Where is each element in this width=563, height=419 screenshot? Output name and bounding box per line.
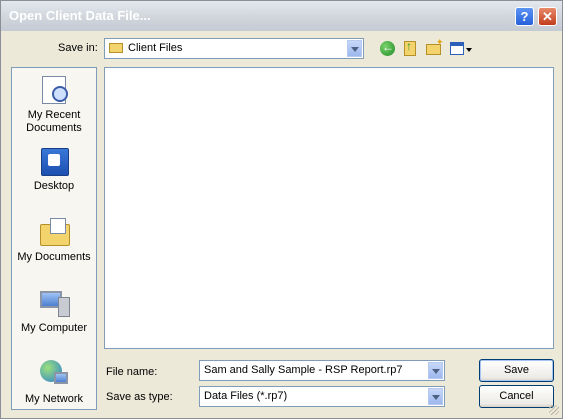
chevron-down-icon[interactable]: [428, 388, 443, 405]
save-button[interactable]: Save: [479, 359, 554, 382]
save-in-value: Client Files: [128, 42, 183, 54]
file-name-value: Sam and Sally Sample - RSP Report.rp7: [204, 364, 403, 376]
file-list-pane[interactable]: [104, 67, 554, 349]
place-my-network[interactable]: My Network: [12, 358, 96, 406]
back-icon[interactable]: [378, 39, 398, 59]
place-label: Desktop: [33, 180, 75, 192]
place-desktop[interactable]: Desktop: [12, 145, 96, 193]
save-as-type-label: Save as type:: [106, 391, 173, 403]
save-as-type-dropdown[interactable]: Data Files (*.rp7): [199, 386, 445, 407]
place-my-recent-documents[interactable]: My Recent Documents: [12, 74, 96, 135]
save-as-type-value: Data Files (*.rp7): [204, 390, 288, 402]
open-client-data-dialog: Open Client Data File... ? ✕ Save in: Cl…: [0, 0, 563, 419]
chevron-down-icon[interactable]: [347, 40, 362, 57]
close-button[interactable]: ✕: [538, 7, 557, 26]
cancel-button[interactable]: Cancel: [479, 385, 554, 408]
recent-documents-icon: [38, 74, 70, 106]
place-label: My Network: [24, 393, 84, 405]
new-folder-icon[interactable]: [424, 37, 444, 59]
place-my-computer[interactable]: My Computer: [12, 287, 96, 335]
desktop-icon: [38, 145, 70, 177]
place-label: My Recent Documents: [26, 109, 82, 134]
place-my-documents[interactable]: My Documents: [12, 216, 96, 264]
help-button[interactable]: ?: [515, 7, 534, 26]
place-label: My Documents: [17, 251, 91, 263]
places-bar: My Recent Documents Desktop My Documents…: [11, 67, 97, 410]
title-bar[interactable]: Open Client Data File... ? ✕: [1, 1, 562, 31]
file-name-field[interactable]: Sam and Sally Sample - RSP Report.rp7: [199, 360, 445, 381]
resize-grip[interactable]: [549, 405, 559, 415]
my-computer-icon: [38, 287, 70, 319]
file-name-label: File name:: [106, 366, 158, 378]
window-title: Open Client Data File...: [9, 8, 151, 23]
views-menu-icon[interactable]: [448, 39, 472, 59]
chevron-down-icon[interactable]: [428, 362, 443, 379]
my-documents-icon: [38, 216, 70, 248]
save-in-dropdown[interactable]: Client Files: [104, 38, 364, 59]
up-folder-icon[interactable]: [401, 39, 421, 59]
my-network-icon: [38, 358, 70, 390]
save-in-label: Save in:: [58, 42, 98, 54]
folder-icon: [109, 43, 123, 53]
place-label: My Computer: [20, 322, 88, 334]
